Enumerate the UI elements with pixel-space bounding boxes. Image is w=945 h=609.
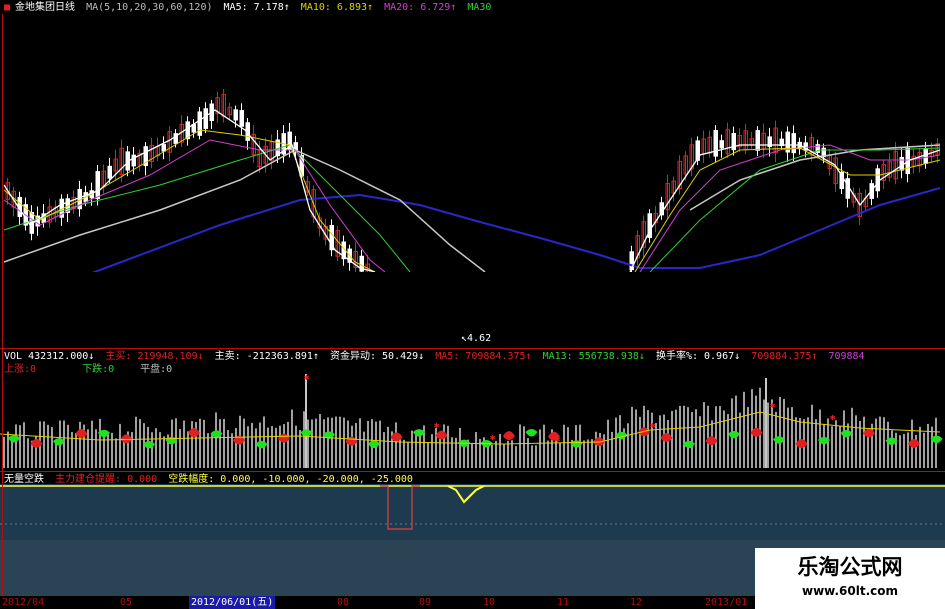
- buy-blob: [795, 438, 808, 448]
- candle: [131, 154, 136, 167]
- panel-divider: [0, 348, 945, 349]
- sell-blob: [525, 429, 538, 437]
- buy-blob: [660, 433, 673, 443]
- date-label: 12: [630, 597, 643, 608]
- indicator-legend: 无量空跌 主力建仓提醒: 0.000 空跌幅度: 0.000, -10.000,…: [4, 474, 418, 486]
- buy-blob: [908, 438, 920, 448]
- candle: [239, 110, 244, 127]
- date-label: 09: [419, 597, 432, 608]
- sell-blob: [255, 440, 268, 449]
- red-square-icon: ■: [4, 2, 11, 13]
- sell-value: 主卖: -212363.891↑: [214, 351, 319, 362]
- alert-value: 主力建仓提醒: 0.000: [55, 474, 158, 485]
- star-icon: ✱: [490, 433, 496, 443]
- candle: [713, 130, 718, 157]
- chart-left-border: [2, 14, 3, 596]
- date-cursor-label[interactable]: 2012/06/01(五): [189, 596, 276, 609]
- ma60-line: [3, 149, 486, 272]
- vol-ma-last-value: 709884.375↑: [751, 351, 818, 362]
- date-label: 05: [120, 597, 133, 608]
- volume-legend: VOL 432312.000↓ 主买: 219948.109↓ 主卖: -212…: [4, 351, 870, 363]
- star-icon: ✱: [770, 401, 776, 411]
- vol-ma5-value: MA5: 709884.375↑: [435, 351, 532, 362]
- ma30-value: MA30: [467, 2, 492, 13]
- flat-count: 平盘:0: [140, 364, 173, 375]
- buy-blob: [75, 428, 88, 438]
- date-label: 08: [337, 597, 350, 608]
- stock-name[interactable]: 金地集团: [15, 2, 55, 13]
- candle: [197, 111, 202, 136]
- amplitude-value: 空跌幅度: 0.000, -10.000, -20.000, -25.000: [168, 474, 413, 485]
- candle: [791, 133, 796, 154]
- sell-blob: [8, 435, 20, 443]
- candle: [719, 140, 724, 149]
- candle: [233, 109, 238, 121]
- candle: [923, 148, 928, 164]
- star-icon: ✱: [650, 421, 656, 431]
- fall-count: 下跌:0: [82, 364, 115, 375]
- price-chart: [3, 89, 941, 272]
- date-label: 11: [557, 597, 570, 608]
- buy-blob: [120, 434, 133, 444]
- fund-change-value: 资金异动: 50.429↓: [329, 351, 425, 362]
- buy-value: 主买: 219948.109↓: [105, 351, 204, 362]
- indicator-name: 无量空跌: [4, 474, 44, 485]
- ma120-line: [91, 187, 941, 272]
- rise-count: 上涨:0: [4, 364, 37, 375]
- candle: [875, 168, 880, 192]
- low-price-marker: ↖4.62: [461, 333, 492, 344]
- panel-divider: [0, 471, 945, 472]
- candle: [95, 171, 100, 200]
- breadth-legend: 上涨:0 下跌:0 平盘:0: [4, 364, 177, 376]
- date-label: 2013/01: [705, 597, 748, 608]
- vol-value: VOL 432312.000↓: [4, 351, 95, 362]
- date-label: 2012/04: [2, 597, 45, 608]
- ma20-value: MA20: 6.729↑: [384, 2, 457, 13]
- price-legend: ■ 金地集团日线 MA(5,10,20,30,60,120) MA5: 7.178…: [4, 2, 496, 14]
- vol-ma-tail-value: 709884: [828, 351, 865, 362]
- turnover-value: 换手率%: 0.967↓: [655, 351, 741, 362]
- vol-ma13-value: MA13: 556738.938↓: [542, 351, 645, 362]
- buy-blob: [188, 428, 200, 438]
- candle: [161, 144, 166, 152]
- watermark-url: www.60lt.com: [801, 584, 899, 598]
- volume-chart: ✱ ✱ ✱ ✱ ✱ ✱ ✱: [0, 373, 943, 468]
- watermark-title: 乐淘公式网: [797, 555, 903, 579]
- sell-blob: [728, 430, 740, 439]
- candle: [755, 130, 760, 151]
- ma10-value: MA10: 6.893↑: [300, 2, 374, 13]
- star-icon: ✱: [830, 413, 836, 423]
- star-icon: ✱: [555, 435, 561, 445]
- watermark-logo: 乐淘公式网 www.60lt.com: [755, 548, 945, 609]
- star-icon: ✱: [304, 373, 310, 383]
- candle: [899, 156, 904, 171]
- volume-ma-line: [0, 411, 941, 445]
- star-icon: ✱: [434, 421, 440, 431]
- price-plot: [3, 89, 941, 272]
- candle: [293, 142, 298, 151]
- ma-params: MA(5,10,20,30,60,120): [86, 2, 213, 13]
- sell-blob: [368, 440, 380, 449]
- buy-blob: [435, 430, 448, 440]
- period-label[interactable]: 日线: [55, 2, 75, 13]
- buy-blob: [503, 431, 515, 441]
- candle: [203, 108, 208, 129]
- sell-blob: [840, 430, 853, 438]
- ma5-value: MA5: 7.178↑: [223, 2, 290, 13]
- date-label: 10: [483, 597, 496, 608]
- candle: [107, 165, 112, 179]
